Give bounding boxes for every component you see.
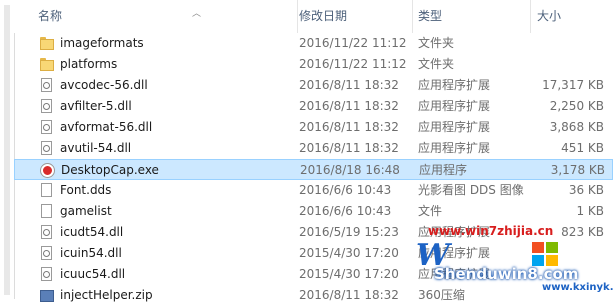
file-row[interactable]: platforms 2016/11/22 11:12 文件夹 [14, 54, 613, 75]
file-row[interactable]: Font.dds 2016/6/6 10:43 光影看图 DDS 图像 36 KB [14, 180, 613, 201]
column-header-bar: ︿ 名称 修改日期 类型 大小 [14, 0, 613, 33]
file-type: 应用程序 [419, 163, 468, 177]
dll-icon [40, 246, 54, 261]
folder-icon [40, 36, 54, 51]
file-size: 1 KB [576, 204, 604, 218]
file-date: 2016/8/11 18:32 [299, 78, 399, 92]
file-date: 2016/8/11 18:32 [299, 288, 399, 302]
file-date: 2015/4/30 17:20 [299, 267, 399, 281]
file-name: avutil-54.dll [60, 141, 132, 155]
folder-icon [40, 57, 54, 72]
file-name: Font.dds [60, 183, 112, 197]
column-header-date[interactable]: 修改日期 [299, 0, 413, 33]
file-icon [40, 183, 54, 198]
file-row[interactable]: DesktopCap.exe 2016/8/18 16:48 应用程序 3,178 K… [14, 159, 613, 180]
file-row[interactable]: avcodec-56.dll 2016/8/11 18:32 应用程序扩展 17,31… [14, 75, 613, 96]
file-date: 2016/8/11 18:32 [299, 120, 399, 134]
watermark-url-top: www.win7zhijia.cn [428, 224, 554, 238]
column-header-date-label: 修改日期 [299, 9, 348, 23]
dll-icon [40, 120, 54, 135]
file-name: avcodec-56.dll [60, 78, 148, 92]
dll-icon [40, 99, 54, 114]
column-header-size[interactable]: 大小 [537, 0, 613, 33]
column-header-name-label: 名称 [38, 9, 63, 23]
file-name: DesktopCap.exe [61, 163, 159, 177]
file-type: 应用程序扩展 [418, 78, 491, 92]
file-name: gamelist [60, 204, 112, 218]
dll-icon [40, 78, 54, 93]
file-size: 2,250 KB [549, 99, 604, 113]
nav-scrollbar[interactable] [4, 5, 10, 295]
dll-icon [40, 267, 54, 282]
column-header-type-label: 类型 [418, 9, 443, 23]
file-row[interactable]: avfilter-5.dll 2016/8/11 18:32 应用程序扩展 2,250… [14, 96, 613, 117]
file-type: 文件夹 [418, 36, 455, 50]
file-row[interactable]: gamelist 2016/6/6 10:43 文件 1 KB [14, 201, 613, 222]
navigation-pane-edge[interactable] [0, 0, 15, 299]
file-row[interactable]: avutil-54.dll 2016/8/11 18:32 应用程序扩展 451 KB [14, 138, 613, 159]
file-size: 17,317 KB [542, 78, 604, 92]
dll-icon [40, 141, 54, 156]
column-header-size-label: 大小 [537, 9, 562, 23]
file-row[interactable]: avformat-56.dll 2016/8/11 18:32 应用程序扩展 3,86… [14, 117, 613, 138]
file-name: platforms [60, 57, 118, 71]
file-type: 应用程序扩展 [418, 141, 491, 155]
file-date: 2016/8/11 18:32 [299, 141, 399, 155]
file-type: 应用程序扩展 [418, 99, 491, 113]
sort-ascending-icon: ︿ [192, 9, 202, 19]
watermark-brand: Shenduwin8.com [434, 265, 579, 283]
file-date: 2016/11/22 11:12 [299, 36, 407, 50]
exe-icon [41, 163, 55, 178]
file-date: 2016/8/18 16:48 [300, 163, 400, 177]
file-size: 36 KB [568, 183, 604, 197]
file-icon [40, 204, 54, 219]
file-date: 2016/6/6 10:43 [299, 204, 392, 218]
file-name: injectHelper.zip [60, 288, 153, 302]
file-date: 2016/11/22 11:12 [299, 57, 407, 71]
file-name: imageformats [60, 36, 144, 50]
file-date: 2016/5/19 15:23 [299, 225, 399, 239]
file-size: 451 KB [561, 141, 604, 155]
file-name: avformat-56.dll [60, 120, 153, 134]
file-name: icuuc54.dll [60, 267, 126, 281]
dll-icon [40, 225, 54, 240]
file-type: 光影看图 DDS 图像 [418, 183, 524, 197]
file-date: 2015/4/30 17:20 [299, 246, 399, 260]
file-size: 3,868 KB [549, 120, 604, 134]
file-type: 应用程序扩展 [418, 120, 491, 134]
watermark-url-bottom: www.kxinyk.com [542, 282, 613, 293]
zip-icon [40, 288, 54, 303]
column-header-name[interactable]: ︿ 名称 [38, 0, 298, 33]
file-name: avfilter-5.dll [60, 99, 132, 113]
file-type: 文件夹 [418, 57, 455, 71]
file-name: icudt54.dll [60, 225, 124, 239]
watermark: www.win7zhijia.cn W Shenduwin8.com www.k… [414, 222, 613, 299]
column-header-type[interactable]: 类型 [418, 0, 531, 33]
file-type: 文件 [418, 204, 443, 218]
file-size: 3,178 KB [550, 163, 605, 177]
file-row[interactable]: imageformats 2016/11/22 11:12 文件夹 [14, 33, 613, 54]
file-name: icuin54.dll [60, 246, 122, 260]
file-date: 2016/6/6 10:43 [299, 183, 392, 197]
file-date: 2016/8/11 18:32 [299, 99, 399, 113]
